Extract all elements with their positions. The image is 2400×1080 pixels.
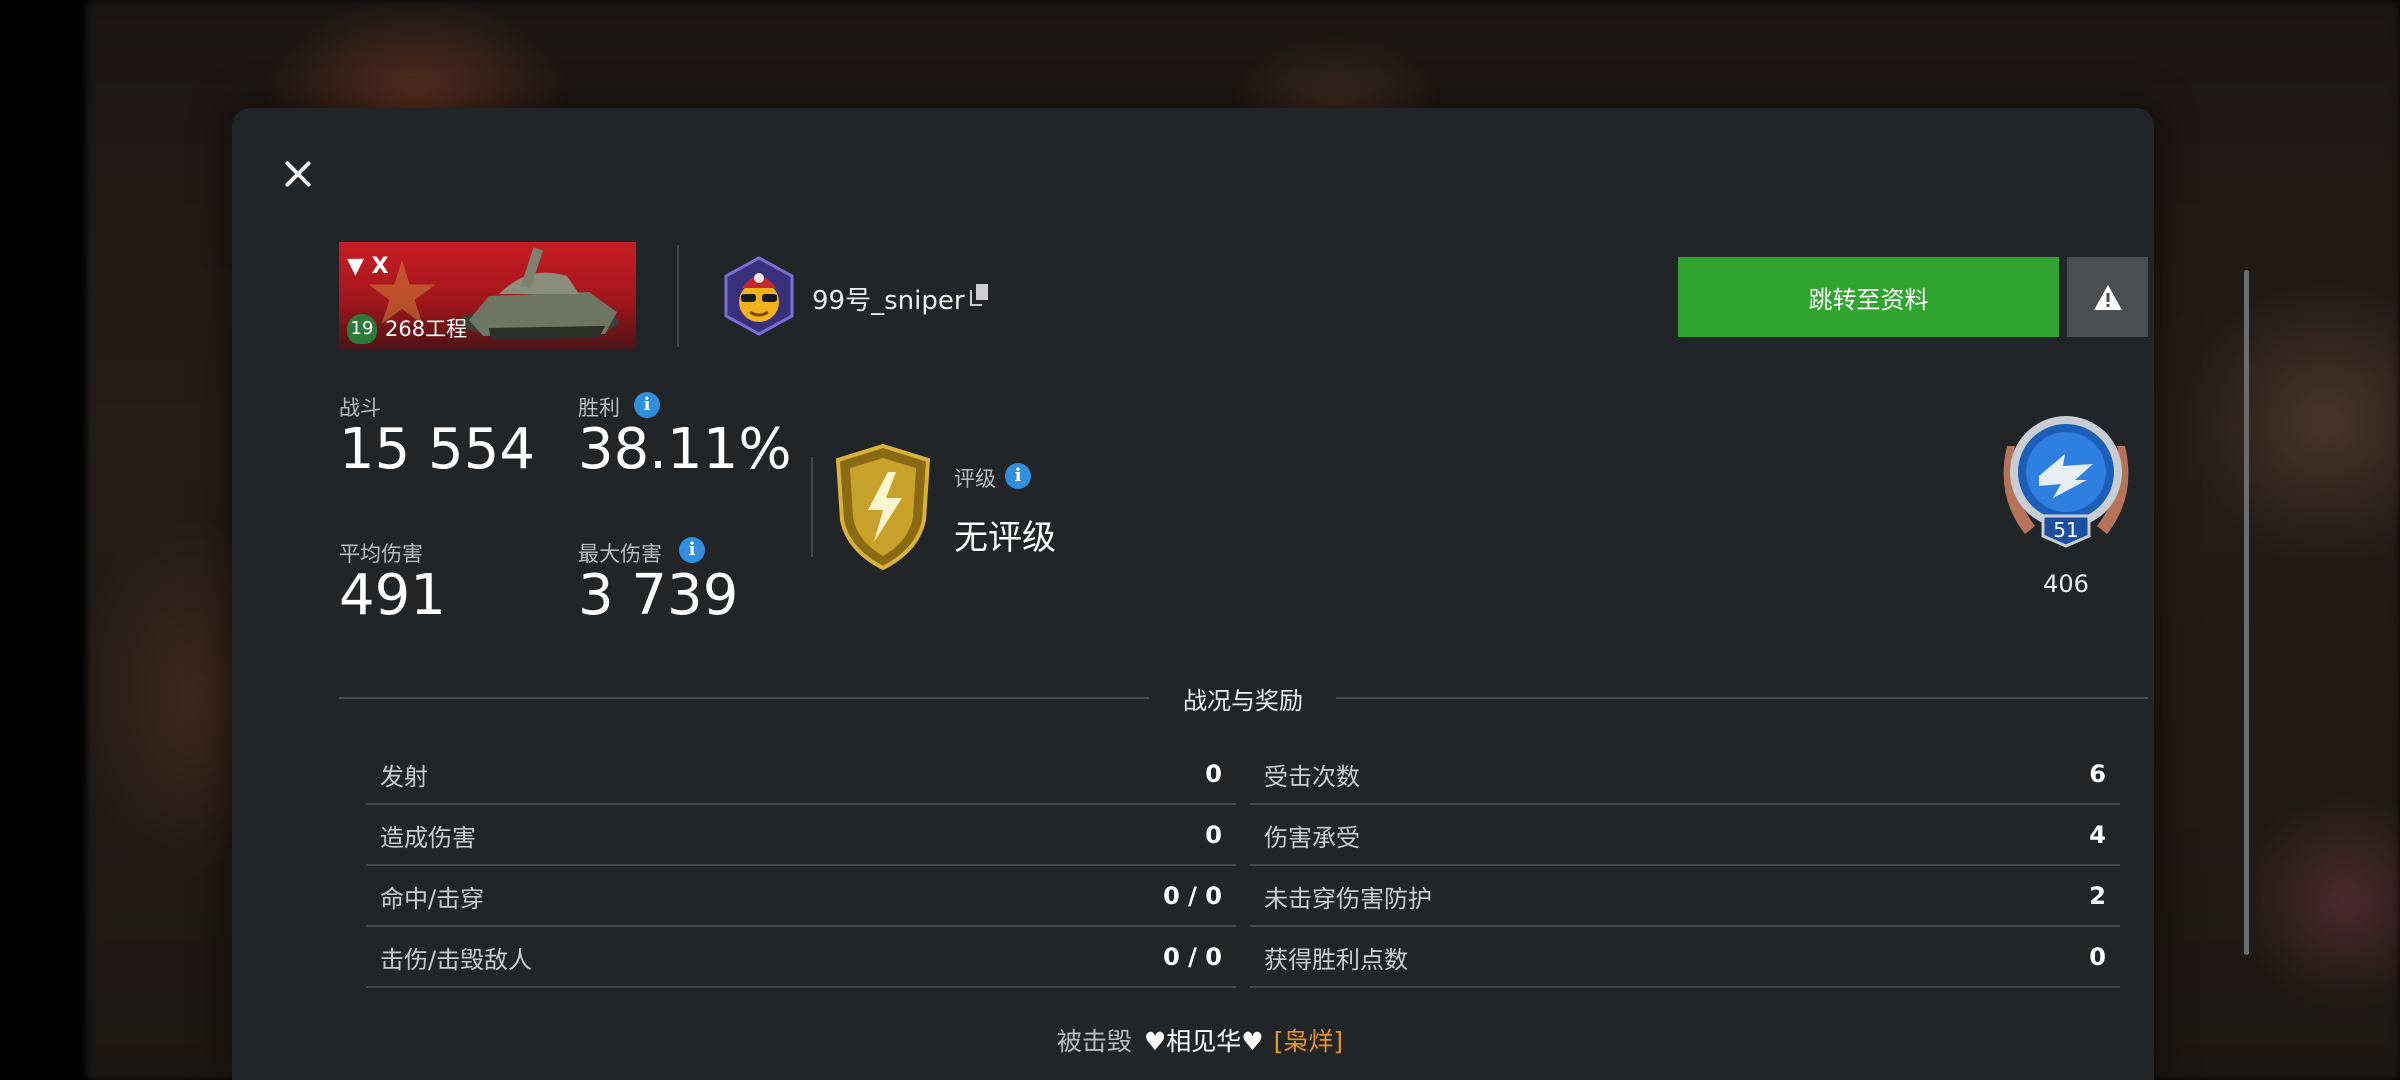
max-damage-value: 3 739 xyxy=(578,563,739,628)
report-button[interactable] xyxy=(2067,257,2148,337)
tank-tier: ▼ X xyxy=(347,254,389,279)
row-value: 4 xyxy=(2089,821,2106,849)
row-label: 受击次数 xyxy=(1264,762,1360,791)
table-row: 获得胜利点数 0 xyxy=(1250,928,2120,988)
row-label: 发射 xyxy=(380,762,428,791)
rating-shield-icon xyxy=(835,443,931,571)
info-icon[interactable]: i xyxy=(634,392,660,418)
row-value: 2 xyxy=(2089,882,2106,910)
stats-divider xyxy=(811,457,813,557)
mastery-count: 406 xyxy=(2043,570,2089,598)
row-value: 0 / 0 xyxy=(1163,882,1222,910)
header-divider xyxy=(677,245,679,347)
table-row: 伤害承受 4 xyxy=(1250,806,2120,866)
table-row: 击伤/击毁敌人 0 / 0 xyxy=(366,928,1236,988)
section-divider-left xyxy=(339,697,1149,699)
scrollbar[interactable] xyxy=(2244,270,2249,955)
table-row: 发射 0 xyxy=(366,745,1236,805)
killer-name[interactable]: ♥相见华♥ xyxy=(1144,1027,1264,1056)
mastery-level: 51 xyxy=(2053,518,2078,542)
mastery-badge-icon[interactable]: 51 xyxy=(1995,406,2137,554)
avg-damage-value: 491 xyxy=(339,563,446,628)
tank-card[interactable]: ▼ X 19 268工程 xyxy=(339,242,636,350)
go-to-profile-button[interactable]: 跳转至资料 xyxy=(1678,257,2059,337)
table-row: 未击穿伤害防护 2 xyxy=(1250,867,2120,927)
table-row: 受击次数 6 xyxy=(1250,745,2120,805)
row-label: 命中/击穿 xyxy=(380,884,485,913)
tank-name: 268工程 xyxy=(385,317,468,341)
wins-value: 38.11% xyxy=(578,417,792,482)
table-row: 造成伤害 0 xyxy=(366,806,1236,866)
row-label: 造成伤害 xyxy=(380,823,476,852)
row-value: 0 xyxy=(2089,943,2106,971)
row-value: 0 / 0 xyxy=(1163,943,1222,971)
tank-level-badge: 19 xyxy=(347,314,377,344)
rating-value: 无评级 xyxy=(954,518,1056,558)
close-icon[interactable] xyxy=(278,155,318,195)
section-divider-right xyxy=(1336,697,2148,699)
row-label: 获得胜利点数 xyxy=(1264,945,1408,974)
warning-icon xyxy=(2093,284,2122,310)
row-label: 击伤/击毁敌人 xyxy=(380,945,533,974)
info-icon[interactable]: i xyxy=(679,537,705,563)
destroyed-by-label: 被击毁 xyxy=(1056,1027,1132,1056)
player-name: 99号_sniper xyxy=(812,286,965,316)
copy-icon[interactable] xyxy=(970,284,992,308)
row-value: 6 xyxy=(2089,760,2106,788)
rating-label: 评级 xyxy=(954,467,996,491)
section-title: 战况与奖励 xyxy=(1183,687,1303,715)
row-value: 0 xyxy=(1205,760,1222,788)
killer-clan-tag[interactable]: [枭烊] xyxy=(1274,1027,1344,1056)
battles-value: 15 554 xyxy=(339,417,535,482)
row-value: 0 xyxy=(1205,821,1222,849)
go-to-profile-label: 跳转至资料 xyxy=(1808,285,1929,314)
player-avatar[interactable] xyxy=(722,256,796,336)
row-label: 伤害承受 xyxy=(1264,823,1360,852)
destroyed-by-line: 被击毁 ♥相见华♥ [枭烊] xyxy=(0,1022,2400,1058)
info-icon[interactable]: i xyxy=(1005,463,1031,489)
table-row: 命中/击穿 0 / 0 xyxy=(366,867,1236,927)
row-label: 未击穿伤害防护 xyxy=(1264,884,1432,913)
